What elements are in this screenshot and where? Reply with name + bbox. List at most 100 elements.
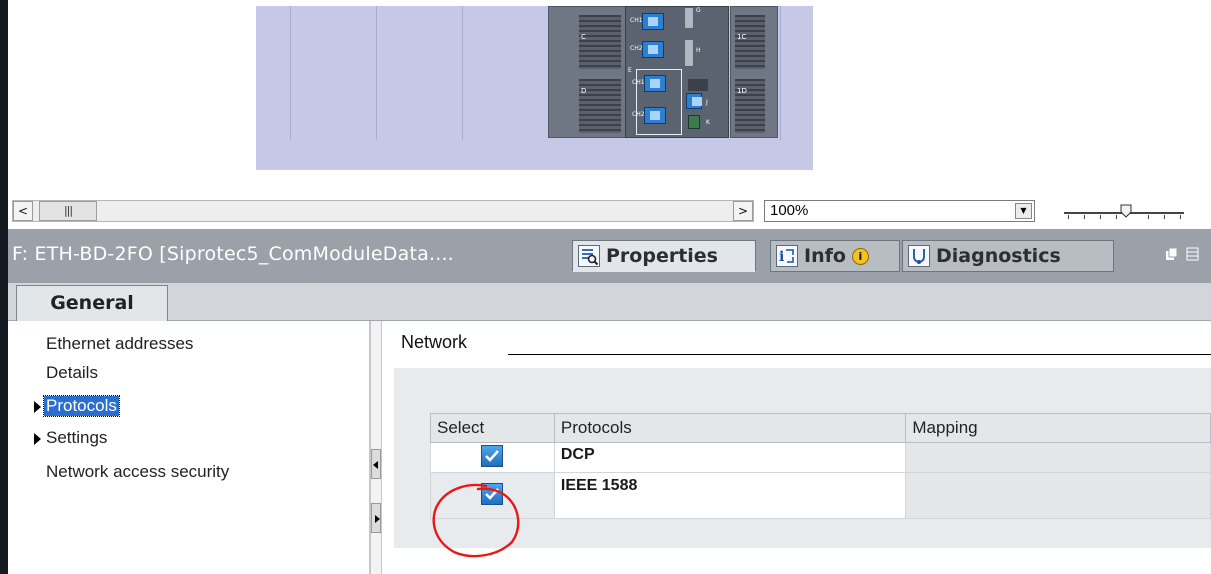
fiber-port-icon[interactable] — [644, 107, 666, 124]
io-module[interactable]: C D — [548, 6, 626, 138]
module-tag: D — [581, 87, 587, 95]
nav-item-label: Settings — [46, 428, 108, 447]
slider-tick — [1100, 215, 1101, 219]
nav-item-settings[interactable]: Settings — [8, 423, 368, 453]
window-left-border — [0, 0, 8, 574]
nav-item-ethernet-addresses[interactable]: Ethernet addresses — [8, 329, 368, 359]
slider-tick — [1180, 215, 1181, 219]
column-header-select[interactable]: Select — [430, 413, 555, 443]
rack-slot-divider — [780, 6, 781, 140]
protocol-cell: DCP — [553, 442, 907, 473]
select-cell[interactable] — [430, 472, 555, 519]
float-window-icon[interactable] — [1165, 246, 1178, 260]
rack-slot-divider — [462, 6, 463, 140]
inspector-title: F: ETH-BD-2FO [Siprotec5_ComModuleData..… — [12, 243, 454, 265]
tab-info-label: Info — [804, 245, 846, 267]
serial-connector-icon — [684, 7, 694, 29]
device-rack[interactable]: C D 1C 1D — [256, 6, 813, 170]
select-cell[interactable] — [430, 442, 555, 473]
fiber-port-icon[interactable] — [644, 75, 666, 92]
property-subtabs: General — [8, 283, 1211, 321]
slider-tick — [1084, 215, 1085, 219]
device-view-canvas[interactable]: C D 1C 1D CH1 G CH2 H CH1 CH2 J K E — [8, 0, 1211, 196]
tab-diagnostics[interactable]: Diagnostics — [902, 240, 1114, 272]
tab-properties[interactable]: Properties — [572, 240, 756, 272]
nav-item-label: Details — [46, 363, 98, 382]
module-grille — [579, 15, 621, 69]
table-header-row: Select Protocols Mapping — [430, 413, 1211, 443]
small-port-icon — [686, 93, 702, 109]
port-label: CH2 — [630, 45, 643, 52]
scroll-left-button[interactable]: < — [13, 201, 33, 221]
slider-tick — [1164, 215, 1165, 219]
pane-splitter[interactable] — [370, 321, 382, 574]
zoom-value: 100% — [770, 202, 809, 219]
port-letter: H — [696, 47, 701, 54]
inspector-window: F: ETH-BD-2FO [Siprotec5_ComModuleData..… — [8, 229, 1211, 574]
serial-connector-icon — [684, 39, 694, 67]
scroll-right-button[interactable]: > — [733, 201, 753, 221]
port-label: CH1 — [632, 79, 645, 86]
checkmark-icon — [485, 488, 500, 500]
module-tag: 1D — [737, 87, 747, 95]
module-tag: E — [628, 67, 632, 74]
slider-tick — [1148, 215, 1149, 219]
communication-module[interactable]: CH1 G CH2 H CH1 CH2 J K E — [625, 6, 729, 138]
nav-item-protocols[interactable]: Protocols — [8, 391, 368, 421]
protocols-table: Select Protocols Mapping DCP IEEE 1588 — [430, 413, 1211, 519]
scroll-thumb[interactable]: ||| — [39, 201, 97, 221]
tab-general[interactable]: General — [16, 285, 168, 321]
expand-arrow-icon[interactable] — [34, 401, 41, 413]
column-header-protocols[interactable]: Protocols — [553, 413, 907, 443]
tab-properties-label: Properties — [606, 245, 718, 267]
nav-item-label: Ethernet addresses — [46, 334, 194, 353]
zoom-slider-knob[interactable] — [1120, 204, 1132, 218]
ieee-1588-checkbox[interactable] — [481, 483, 504, 505]
inspector-header: F: ETH-BD-2FO [Siprotec5_ComModuleData..… — [8, 229, 1211, 283]
expand-arrow-icon[interactable] — [34, 433, 41, 445]
module-tag: C — [581, 33, 586, 41]
tab-diagnostics-label: Diagnostics — [936, 245, 1061, 267]
collapse-left-icon[interactable] — [371, 449, 381, 479]
nav-item-label: Network access security — [46, 462, 230, 481]
io-module[interactable]: 1C 1D — [730, 6, 778, 138]
section-title-network: Network — [401, 332, 468, 352]
chevron-down-icon[interactable]: ▼ — [1015, 203, 1032, 219]
canvas-toolbar: < ||| > 100% ▼ — [8, 196, 1211, 227]
svg-text:i: i — [779, 249, 784, 265]
mapping-cell[interactable] — [905, 472, 1211, 519]
warning-info-icon: i — [851, 247, 869, 265]
slider-tick — [1068, 215, 1069, 219]
window-controls — [1165, 246, 1199, 261]
info-icon: i — [776, 245, 798, 267]
rack-slot-divider — [290, 6, 291, 140]
property-nav-tree: Ethernet addresses Details Protocols Set… — [8, 321, 370, 574]
expand-right-icon[interactable] — [371, 503, 381, 533]
nav-item-network-access-security[interactable]: Network access security — [8, 457, 368, 487]
ethernet-port-icon[interactable] — [642, 13, 664, 30]
horizontal-scrollbar[interactable]: < ||| > — [12, 200, 754, 222]
tab-info[interactable]: i Info i — [770, 240, 900, 272]
section-divider — [508, 354, 1211, 355]
mapping-cell[interactable] — [905, 442, 1211, 473]
module-grille — [735, 15, 765, 69]
status-led-icon — [688, 115, 700, 129]
port-letter: G — [696, 7, 701, 14]
zoom-slider[interactable] — [1064, 202, 1184, 222]
diagnostics-icon — [908, 245, 930, 267]
port-label: CH2 — [632, 111, 645, 118]
dcp-checkbox[interactable] — [481, 445, 504, 467]
nav-item-details[interactable]: Details — [8, 358, 368, 388]
slider-tick — [1116, 215, 1117, 219]
nav-item-label: Protocols — [43, 395, 120, 417]
module-slot — [688, 79, 708, 91]
module-tag: 1C — [737, 33, 747, 41]
table-row[interactable]: DCP — [430, 442, 1211, 473]
table-row[interactable]: IEEE 1588 — [430, 472, 1211, 519]
port-label: CH1 — [630, 17, 643, 24]
protocol-cell: IEEE 1588 — [553, 472, 907, 519]
ethernet-port-icon[interactable] — [642, 41, 664, 58]
column-header-mapping[interactable]: Mapping — [905, 413, 1211, 443]
zoom-select[interactable]: 100% ▼ — [764, 200, 1035, 222]
layout-icon[interactable] — [1186, 246, 1199, 261]
